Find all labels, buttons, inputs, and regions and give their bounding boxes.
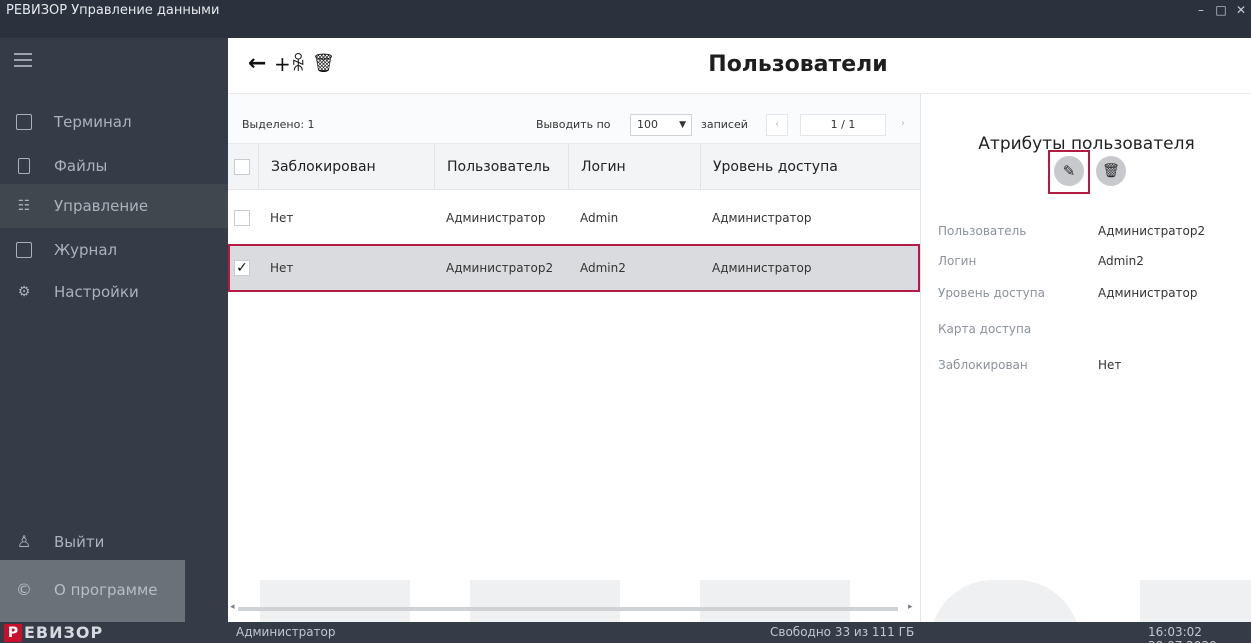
delete-icon[interactable]: 🗑 [312, 52, 335, 76]
selected-count: Выделено: 1 [242, 118, 315, 131]
column-login[interactable]: Логин [568, 144, 700, 190]
sidebar-item-label: Управление [54, 197, 149, 215]
status-bar: Р ЕВИЗОР Администратор Свободно 33 из 11… [0, 622, 1251, 643]
attr-value: Нет [1098, 358, 1122, 372]
sidebar-item-journal[interactable]: Журнал [0, 228, 228, 272]
user-logout-icon: ♙ [16, 532, 32, 551]
table-row[interactable]: Нет Администратор Admin Администратор [228, 194, 920, 242]
app-window: { "window": { "title": "РЕВИЗОР Управлен… [0, 0, 1251, 643]
next-page-button[interactable]: › [892, 114, 914, 136]
sidebar-item-label: Журнал [54, 241, 118, 259]
attr-key: Логин [938, 254, 977, 268]
chevron-down-icon: ▼ [679, 120, 686, 130]
cell-blocked: Нет [270, 211, 294, 225]
info-icon: © [16, 580, 32, 599]
gear-icon: ⚙ [17, 284, 31, 300]
attributes-panel: Атрибуты пользователя ✎ 🗑 Пользователь А… [920, 94, 1251, 622]
scrollbar-track[interactable] [238, 607, 898, 611]
per-page-value: 100 [637, 118, 658, 131]
disk-free: Свободно 33 из 111 ГБ [770, 625, 915, 639]
sidebar-item-label: О программе [54, 581, 158, 599]
sidebar-item-label: Терминал [54, 113, 132, 131]
add-user-icon[interactable]: +ꆜ [274, 52, 306, 76]
per-page-label: Выводить по [536, 118, 611, 131]
sidebar-item-label: Файлы [54, 157, 108, 175]
horizontal-scrollbar[interactable]: ◂ ▸ [228, 602, 920, 616]
close-button[interactable]: ✕ [1232, 3, 1250, 17]
scroll-left-icon[interactable]: ◂ [230, 602, 235, 612]
attr-key: Заблокирован [938, 358, 1028, 372]
attr-key: Пользователь [938, 224, 1027, 238]
sidebar-item-logout[interactable]: ♙ Выйти [0, 520, 228, 564]
cell-login: Admin [580, 211, 619, 225]
journal-icon [16, 242, 32, 258]
cell-access-level: Администратор [712, 211, 812, 225]
sidebar: Терминал Файлы ☷ Управление Журнал ⚙ Нас… [0, 38, 228, 622]
toolbar: ← +ꆜ 🗑 Пользователи [228, 38, 1251, 94]
records-label: записей [701, 118, 748, 131]
logo-mark: Р [4, 624, 22, 642]
column-user[interactable]: Пользователь [434, 144, 568, 190]
cell-user: Администратор2 [446, 261, 554, 275]
files-icon [18, 158, 30, 174]
attr-value: Администратор2 [1098, 224, 1206, 238]
menu-icon[interactable] [14, 53, 32, 67]
attr-key: Уровень доступа [938, 286, 1045, 300]
sliders-icon: ☷ [17, 198, 31, 214]
sidebar-item-terminal[interactable]: Терминал [0, 100, 228, 144]
attr-value: Admin2 [1098, 254, 1144, 268]
sidebar-item-settings[interactable]: ⚙ Настройки [0, 270, 228, 314]
page-number: 1 / 1 [800, 114, 886, 136]
scroll-right-icon[interactable]: ▸ [908, 602, 913, 612]
title-bar: РЕВИЗОР Управление данными – □ ✕ [0, 0, 1251, 38]
column-blocked[interactable]: Заблокирован [258, 144, 434, 190]
prev-page-button[interactable]: ‹ [766, 114, 788, 136]
sidebar-item-about[interactable]: © О программе [0, 568, 228, 612]
sidebar-item-management[interactable]: ☷ Управление [0, 184, 228, 228]
attr-key: Карта доступа [938, 322, 1032, 336]
logo-text: ЕВИЗОР [24, 623, 104, 642]
pager-bar: Выделено: 1 Выводить по 100 ▼ записей ‹ … [228, 94, 920, 144]
back-arrow-icon[interactable]: ← [248, 52, 266, 76]
clock: 16:03:02 28.07.2020 [1148, 625, 1217, 643]
attr-value: Администратор [1098, 286, 1198, 300]
delete-icon[interactable]: 🗑 [1096, 156, 1126, 186]
column-access-level[interactable]: Уровень доступа [700, 144, 920, 190]
page-title: Пользователи [708, 52, 888, 77]
minimize-button[interactable]: – [1192, 3, 1210, 17]
edit-pencil-icon[interactable]: ✎ [1054, 156, 1084, 186]
users-table-panel: Выделено: 1 Выводить по 100 ▼ записей ‹ … [228, 94, 920, 622]
sidebar-item-label: Выйти [54, 533, 105, 551]
current-user: Администратор [236, 625, 336, 639]
maximize-button[interactable]: □ [1212, 3, 1230, 17]
cell-access-level: Администратор [712, 261, 812, 275]
terminal-icon [16, 114, 32, 130]
row-checkbox-checked[interactable]: ✓ [234, 260, 250, 276]
table-header: Заблокирован Пользователь Логин Уровень … [228, 144, 920, 190]
cell-blocked: Нет [270, 261, 294, 275]
cell-user: Администратор [446, 211, 546, 225]
window-title: РЕВИЗОР Управление данными [6, 3, 220, 18]
per-page-select[interactable]: 100 ▼ [630, 114, 692, 136]
cell-login: Admin2 [580, 261, 626, 275]
row-checkbox[interactable] [234, 210, 250, 226]
sidebar-item-files[interactable]: Файлы [0, 144, 228, 188]
table-row-selected[interactable]: ✓ Нет Администратор2 Admin2 Администрато… [228, 244, 920, 292]
select-all-checkbox[interactable] [234, 159, 250, 175]
sidebar-item-label: Настройки [54, 283, 139, 301]
